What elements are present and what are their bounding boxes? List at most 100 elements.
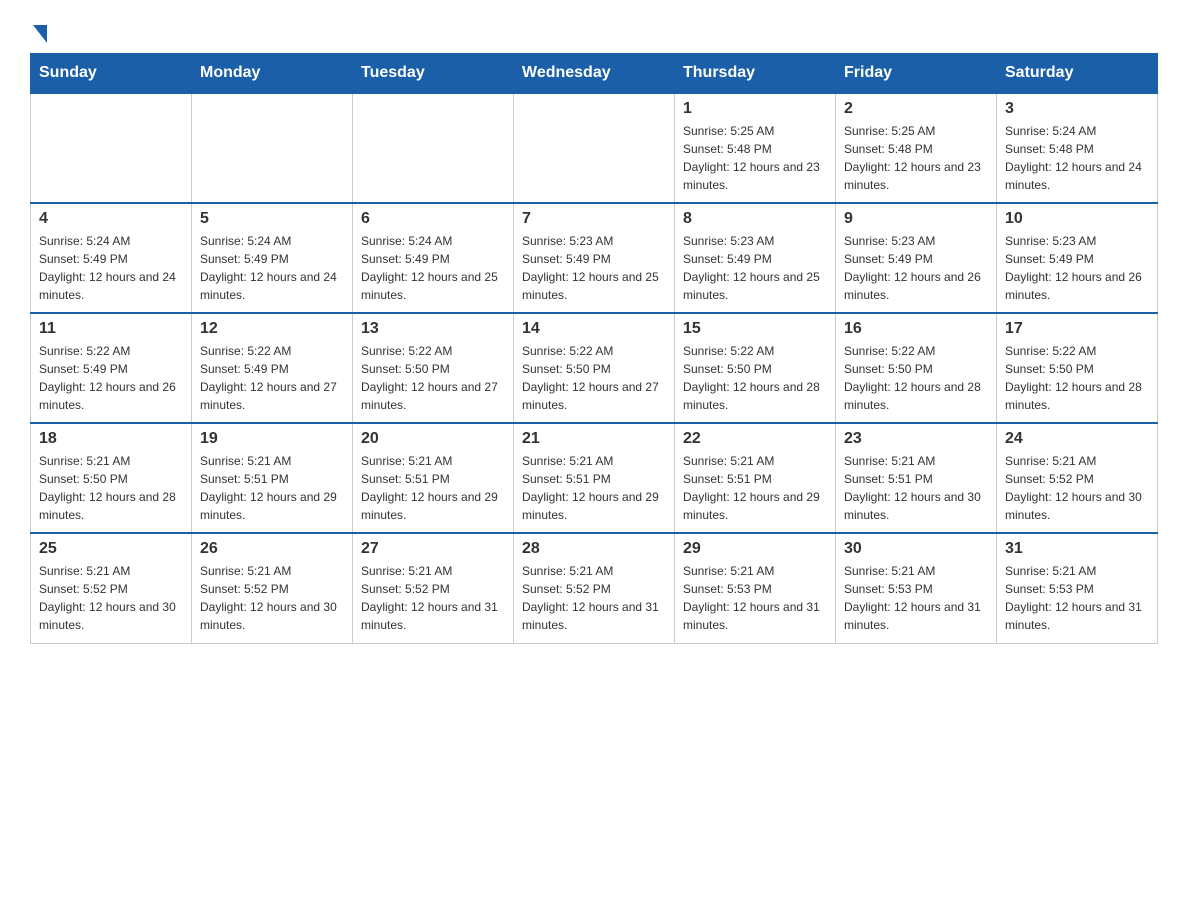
calendar-cell: 25 Sunrise: 5:21 AMSunset: 5:52 PMDayligh… xyxy=(31,533,192,643)
weekday-header-tuesday: Tuesday xyxy=(353,54,514,94)
calendar-cell: 7Sunrise: 5:23 AMSunset: 5:49 PMDaylight… xyxy=(514,203,675,313)
day-info: Sunrise: 5:25 AMSunset: 5:48 PMDaylight:… xyxy=(683,122,827,194)
day-info: Sunrise: 5:24 AMSunset: 5:48 PMDaylight:… xyxy=(1005,122,1149,194)
calendar-cell: 23Sunrise: 5:21 AMSunset: 5:51 PMDayligh… xyxy=(836,423,997,533)
day-info: Sunrise: 5:21 AMSunset: 5:52 PMDaylight:… xyxy=(1005,452,1149,524)
day-number: 9 xyxy=(844,210,988,228)
calendar-cell xyxy=(31,93,192,203)
calendar-cell: 29 Sunrise: 5:21 AMSunset: 5:53 PMDayligh… xyxy=(675,533,836,643)
day-number: 12 xyxy=(200,320,344,338)
calendar-cell: 8 Sunrise: 5:23 AMSunset: 5:49 PMDaylight… xyxy=(675,203,836,313)
week-row-1: 1 Sunrise: 5:25 AMSunset: 5:48 PMDaylight… xyxy=(31,93,1158,203)
calendar-cell: 28 Sunrise: 5:21 AMSunset: 5:52 PMDayligh… xyxy=(514,533,675,643)
week-row-2: 4 Sunrise: 5:24 AMSunset: 5:49 PMDaylight… xyxy=(31,203,1158,313)
day-info: Sunrise: 5:22 AMSunset: 5:50 PMDaylight:… xyxy=(522,342,666,414)
day-number: 30 xyxy=(844,540,988,558)
day-number: 18 xyxy=(39,430,183,448)
day-info: Sunrise: 5:22 AMSunset: 5:50 PMDaylight:… xyxy=(683,342,827,414)
calendar-cell xyxy=(514,93,675,203)
day-number: 3 xyxy=(1005,100,1149,118)
day-number: 20 xyxy=(361,430,505,448)
day-info: Sunrise: 5:21 AMSunset: 5:53 PMDaylight:… xyxy=(1005,562,1149,634)
calendar-cell: 18 Sunrise: 5:21 AMSunset: 5:50 PMDayligh… xyxy=(31,423,192,533)
weekday-header-sunday: Sunday xyxy=(31,54,192,94)
day-number: 24 xyxy=(1005,430,1149,448)
calendar-cell: 2Sunrise: 5:25 AMSunset: 5:48 PMDaylight… xyxy=(836,93,997,203)
day-info: Sunrise: 5:24 AMSunset: 5:49 PMDaylight:… xyxy=(200,232,344,304)
day-info: Sunrise: 5:21 AMSunset: 5:51 PMDaylight:… xyxy=(361,452,505,524)
day-info: Sunrise: 5:21 AMSunset: 5:52 PMDaylight:… xyxy=(361,562,505,634)
calendar-cell: 17 Sunrise: 5:22 AMSunset: 5:50 PMDayligh… xyxy=(997,313,1158,423)
calendar-cell: 10 Sunrise: 5:23 AMSunset: 5:49 PMDayligh… xyxy=(997,203,1158,313)
day-info: Sunrise: 5:21 AMSunset: 5:52 PMDaylight:… xyxy=(522,562,666,634)
weekday-header-wednesday: Wednesday xyxy=(514,54,675,94)
day-number: 14 xyxy=(522,320,666,338)
calendar-cell: 15 Sunrise: 5:22 AMSunset: 5:50 PMDayligh… xyxy=(675,313,836,423)
day-number: 17 xyxy=(1005,320,1149,338)
calendar-cell xyxy=(192,93,353,203)
day-info: Sunrise: 5:22 AMSunset: 5:50 PMDaylight:… xyxy=(361,342,505,414)
day-info: Sunrise: 5:21 AMSunset: 5:52 PMDaylight:… xyxy=(39,562,183,634)
weekday-header-row: SundayMondayTuesdayWednesdayThursdayFrid… xyxy=(31,54,1158,94)
weekday-header-thursday: Thursday xyxy=(675,54,836,94)
calendar-cell: 19Sunrise: 5:21 AMSunset: 5:51 PMDayligh… xyxy=(192,423,353,533)
day-number: 22 xyxy=(683,430,827,448)
day-info: Sunrise: 5:21 AMSunset: 5:53 PMDaylight:… xyxy=(683,562,827,634)
calendar-cell: 16 Sunrise: 5:22 AMSunset: 5:50 PMDayligh… xyxy=(836,313,997,423)
day-number: 8 xyxy=(683,210,827,228)
weekday-header-saturday: Saturday xyxy=(997,54,1158,94)
day-number: 23 xyxy=(844,430,988,448)
calendar-cell: 5 Sunrise: 5:24 AMSunset: 5:49 PMDaylight… xyxy=(192,203,353,313)
day-info: Sunrise: 5:22 AMSunset: 5:50 PMDaylight:… xyxy=(844,342,988,414)
weekday-header-monday: Monday xyxy=(192,54,353,94)
calendar-cell: 3 Sunrise: 5:24 AMSunset: 5:48 PMDaylight… xyxy=(997,93,1158,203)
day-info: Sunrise: 5:24 AMSunset: 5:49 PMDaylight:… xyxy=(361,232,505,304)
day-number: 7 xyxy=(522,210,666,228)
calendar-cell: 26 Sunrise: 5:21 AMSunset: 5:52 PMDayligh… xyxy=(192,533,353,643)
calendar-cell: 6 Sunrise: 5:24 AMSunset: 5:49 PMDaylight… xyxy=(353,203,514,313)
calendar-cell: 31 Sunrise: 5:21 AMSunset: 5:53 PMDayligh… xyxy=(997,533,1158,643)
calendar-cell: 9Sunrise: 5:23 AMSunset: 5:49 PMDaylight… xyxy=(836,203,997,313)
day-number: 6 xyxy=(361,210,505,228)
day-number: 19 xyxy=(200,430,344,448)
day-number: 1 xyxy=(683,100,827,118)
calendar-cell: 20 Sunrise: 5:21 AMSunset: 5:51 PMDayligh… xyxy=(353,423,514,533)
day-number: 29 xyxy=(683,540,827,558)
calendar-cell: 21 Sunrise: 5:21 AMSunset: 5:51 PMDayligh… xyxy=(514,423,675,533)
day-info: Sunrise: 5:23 AMSunset: 5:49 PMDaylight:… xyxy=(1005,232,1149,304)
day-info: Sunrise: 5:21 AMSunset: 5:50 PMDaylight:… xyxy=(39,452,183,524)
day-info: Sunrise: 5:21 AMSunset: 5:51 PMDaylight:… xyxy=(522,452,666,524)
calendar-cell: 14 Sunrise: 5:22 AMSunset: 5:50 PMDayligh… xyxy=(514,313,675,423)
weekday-header-friday: Friday xyxy=(836,54,997,94)
day-number: 2 xyxy=(844,100,988,118)
day-number: 25 xyxy=(39,540,183,558)
day-info: Sunrise: 5:21 AMSunset: 5:52 PMDaylight:… xyxy=(200,562,344,634)
day-number: 16 xyxy=(844,320,988,338)
calendar-cell: 13 Sunrise: 5:22 AMSunset: 5:50 PMDayligh… xyxy=(353,313,514,423)
day-info: Sunrise: 5:22 AMSunset: 5:50 PMDaylight:… xyxy=(1005,342,1149,414)
calendar-table: SundayMondayTuesdayWednesdayThursdayFrid… xyxy=(30,53,1158,644)
day-number: 31 xyxy=(1005,540,1149,558)
day-info: Sunrise: 5:23 AMSunset: 5:49 PMDaylight:… xyxy=(683,232,827,304)
week-row-5: 25 Sunrise: 5:21 AMSunset: 5:52 PMDayligh… xyxy=(31,533,1158,643)
day-number: 27 xyxy=(361,540,505,558)
day-number: 4 xyxy=(39,210,183,228)
day-number: 21 xyxy=(522,430,666,448)
day-number: 5 xyxy=(200,210,344,228)
day-number: 26 xyxy=(200,540,344,558)
day-number: 10 xyxy=(1005,210,1149,228)
calendar-cell: 4 Sunrise: 5:24 AMSunset: 5:49 PMDaylight… xyxy=(31,203,192,313)
day-number: 13 xyxy=(361,320,505,338)
day-info: Sunrise: 5:21 AMSunset: 5:53 PMDaylight:… xyxy=(844,562,988,634)
day-number: 15 xyxy=(683,320,827,338)
day-info: Sunrise: 5:21 AMSunset: 5:51 PMDaylight:… xyxy=(683,452,827,524)
day-info: Sunrise: 5:22 AMSunset: 5:49 PMDaylight:… xyxy=(200,342,344,414)
day-number: 11 xyxy=(39,320,183,338)
day-info: Sunrise: 5:22 AMSunset: 5:49 PMDaylight:… xyxy=(39,342,183,414)
calendar-cell: 11 Sunrise: 5:22 AMSunset: 5:49 PMDayligh… xyxy=(31,313,192,423)
calendar-cell: 1 Sunrise: 5:25 AMSunset: 5:48 PMDaylight… xyxy=(675,93,836,203)
calendar-cell: 24 Sunrise: 5:21 AMSunset: 5:52 PMDayligh… xyxy=(997,423,1158,533)
calendar-cell: 27 Sunrise: 5:21 AMSunset: 5:52 PMDayligh… xyxy=(353,533,514,643)
day-number: 28 xyxy=(522,540,666,558)
day-info: Sunrise: 5:24 AMSunset: 5:49 PMDaylight:… xyxy=(39,232,183,304)
